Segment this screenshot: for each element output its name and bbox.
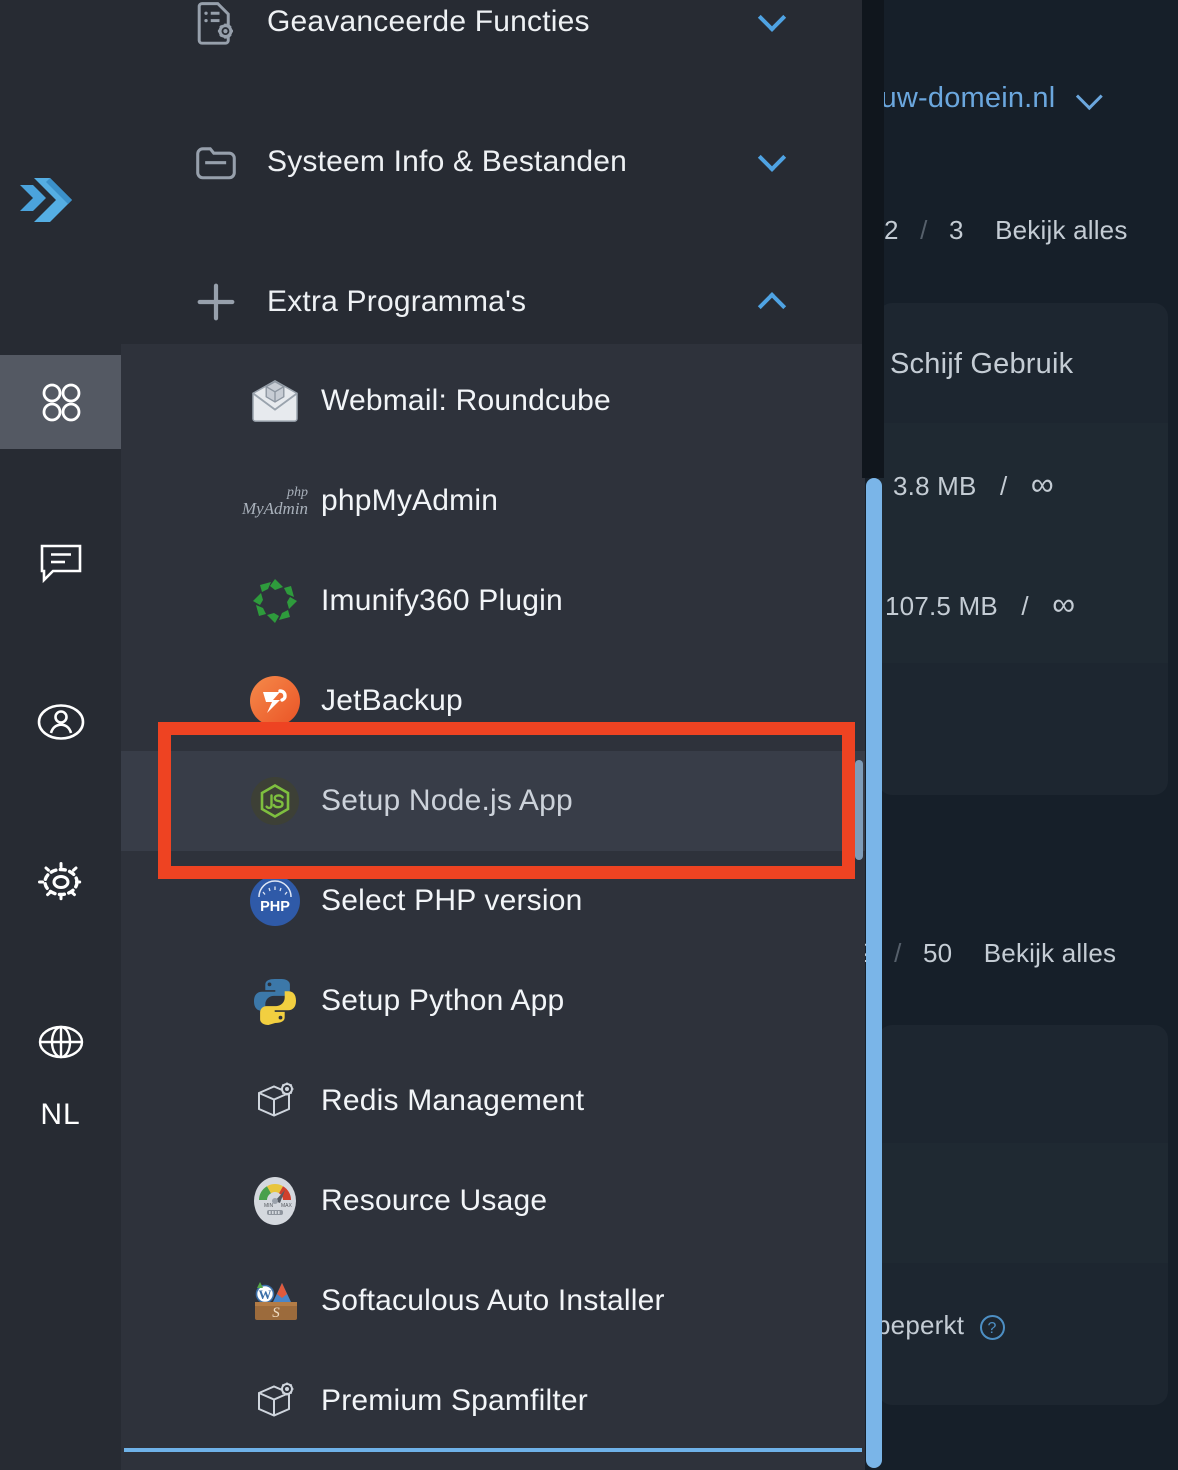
menu-item-jetbackup[interactable]: JetBackup — [121, 651, 865, 751]
disk-used-2: 107.5 MB — [885, 591, 998, 621]
menu-item-resource-usage[interactable]: MIN MAX Resource Usage — [121, 1151, 865, 1251]
document-settings-icon — [181, 0, 251, 45]
sidebar-item-support-chat[interactable] — [0, 515, 121, 609]
menu-item-softaculous-auto-installer[interactable]: W S Softaculous Auto Installer — [121, 1251, 865, 1351]
imunify360-icon — [249, 575, 301, 627]
svg-text:MIN: MIN — [264, 1203, 274, 1209]
sidebar-section-extra-programs-label: Extra Programma's — [267, 285, 527, 318]
language-code-label[interactable]: NL — [0, 1098, 121, 1132]
menu-item-premium-spamfilter[interactable]: Premium Spamfilter — [121, 1351, 865, 1451]
counter-row-2: 2 / 50 Bekijk alles — [858, 938, 1116, 969]
scrollbar-gutter — [862, 0, 884, 478]
sidebar-section-system-label: Systeem Info & Bestanden — [267, 145, 628, 178]
chevrons-right-logo[interactable] — [12, 150, 92, 235]
domain-value: uw-domein.nl — [880, 82, 1056, 114]
gauge-icon: MIN MAX — [249, 1175, 301, 1227]
package-gear-icon — [249, 1075, 301, 1127]
menu-item-phpmyadmin-label: phpMyAdmin — [321, 484, 499, 517]
screen-root: : uw-domein.nl 2 / 3 Bekijk alles 2 / 50… — [0, 0, 1178, 1470]
view-all-link-2[interactable]: Bekijk alles — [984, 938, 1116, 968]
sidebar-section-advanced-label: Geavanceerde Functies — [267, 5, 590, 38]
submenu-scrollbar-thumb[interactable] — [855, 760, 863, 860]
menu-item-select-php-version-label: Select PHP version — [321, 884, 583, 917]
chevron-down-icon[interactable] — [757, 3, 787, 37]
python-icon — [249, 975, 301, 1027]
menu-item-imunify360-label: Imunify360 Plugin — [321, 584, 563, 617]
disk-usage-title: Schijf Gebruik — [890, 348, 1074, 380]
menu-item-select-php-version[interactable]: PHP Select PHP version — [121, 851, 865, 951]
disk-sep-2: / — [1021, 591, 1029, 621]
counter-1-current: 2 — [884, 215, 899, 245]
softaculous-icon: W S — [249, 1275, 301, 1327]
svg-text:PHP: PHP — [260, 899, 290, 915]
phpmyadmin-icon: php MyAdmin — [241, 484, 309, 518]
globe-icon — [36, 1017, 86, 1067]
chat-bubble-icon — [36, 539, 86, 585]
apps-grid-icon — [35, 376, 87, 428]
settings-gear-icon — [35, 857, 87, 907]
lower-summary-row-bg — [878, 1143, 1168, 1263]
menu-item-webmail-roundcube[interactable]: Webmail: Roundcube — [121, 351, 865, 451]
menu-item-jetbackup-label: JetBackup — [321, 684, 463, 717]
sidebar-item-account[interactable] — [0, 675, 121, 769]
counter-row-1: 2 / 3 Bekijk alles — [884, 215, 1128, 246]
user-circle-icon — [36, 697, 86, 747]
menu-item-setup-python-app[interactable]: Setup Python App — [121, 951, 865, 1051]
menu-item-phpmyadmin[interactable]: php MyAdmin phpMyAdmin — [121, 451, 865, 551]
menu-item-setup-nodejs-app-label: Setup Node.js App — [321, 784, 573, 817]
menu-item-softaculous-auto-installer-label: Softaculous Auto Installer — [321, 1284, 665, 1317]
main-scrollbar-thumb[interactable] — [866, 478, 882, 1468]
php-icon: PHP — [249, 875, 301, 927]
menu-item-setup-nodejs-app[interactable]: Setup Node.js App — [121, 751, 865, 851]
menu-item-redis-management[interactable]: Redis Management — [121, 1051, 865, 1151]
counter-1-total: 3 — [948, 215, 964, 245]
svg-text:S: S — [272, 1305, 280, 1321]
sidebar-item-language[interactable] — [0, 995, 121, 1089]
domain-selector[interactable]: : uw-domein.nl — [864, 82, 1103, 115]
lower-summary-row: beperkt ? — [876, 1310, 1005, 1341]
question-mark-icon[interactable]: ? — [979, 1314, 1005, 1340]
jetbackup-icon — [249, 675, 301, 727]
disk-limit-1: ∞ — [1030, 466, 1054, 502]
svg-text:MAX: MAX — [281, 1203, 293, 1209]
counter-2-total: 50 — [922, 938, 953, 968]
view-all-link-1[interactable]: Bekijk alles — [995, 215, 1127, 245]
sidebar-item-settings[interactable] — [0, 835, 121, 929]
package-gear-icon — [249, 1375, 301, 1427]
disk-limit-2: ∞ — [1052, 586, 1076, 622]
folder-icon — [181, 142, 251, 182]
svg-text:W: W — [259, 1287, 272, 1302]
counter-2-sep: / — [894, 938, 902, 968]
menu-item-setup-python-app-label: Setup Python App — [321, 984, 565, 1017]
disk-sep-1: / — [1000, 471, 1008, 501]
plus-icon — [181, 279, 251, 325]
sidebar-section-extra-programs[interactable]: Extra Programma's — [121, 252, 865, 352]
sidebar-section-advanced[interactable]: Geavanceerde Functies — [121, 0, 865, 72]
submenu-bottom-divider — [124, 1448, 862, 1452]
disk-usage-row-2: 107.5 MB / ∞ — [885, 586, 1075, 623]
menu-item-premium-spamfilter-label: Premium Spamfilter — [321, 1384, 588, 1417]
menu-item-webmail-roundcube-label: Webmail: Roundcube — [321, 384, 611, 417]
disk-used-1: 3.8 MB — [893, 471, 977, 501]
counter-1-sep: / — [920, 215, 928, 245]
menu-item-resource-usage-label: Resource Usage — [321, 1184, 548, 1217]
sidebar-item-apps[interactable] — [0, 355, 121, 449]
menu-item-redis-management-label: Redis Management — [321, 1084, 585, 1117]
nodejs-icon — [249, 775, 301, 827]
menu-item-imunify360[interactable]: Imunify360 Plugin — [121, 551, 865, 651]
icon-rail: NL — [0, 0, 121, 1470]
chevron-down-icon[interactable] — [757, 143, 787, 177]
chevron-up-icon[interactable] — [757, 287, 787, 321]
sidebar-section-system[interactable]: Systeem Info & Bestanden — [121, 112, 865, 212]
roundcube-envelope-icon — [249, 375, 301, 427]
lower-summary-value: beperkt — [876, 1310, 965, 1340]
disk-usage-row-1: 3.8 MB / ∞ — [893, 466, 1054, 503]
